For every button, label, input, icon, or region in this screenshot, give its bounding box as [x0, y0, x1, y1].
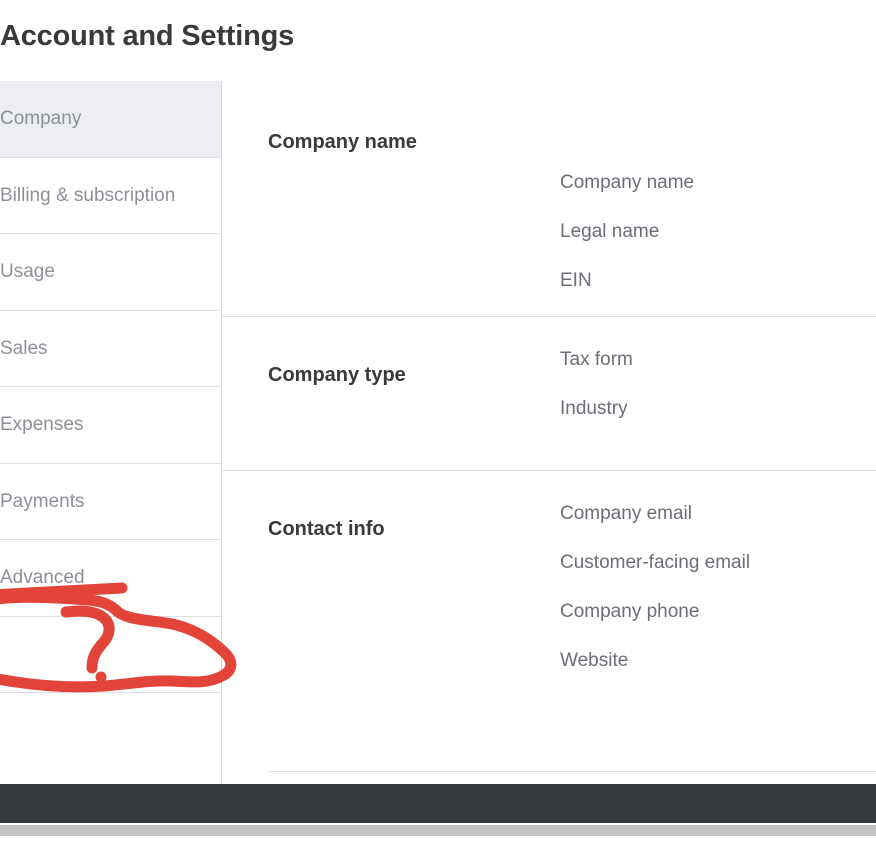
- sidebar-item-expenses[interactable]: Expenses: [0, 387, 221, 464]
- sidebar-item-blank: [0, 617, 221, 694]
- page-title: Account and Settings: [0, 20, 294, 53]
- sidebar-item-label: Sales: [0, 339, 48, 358]
- section-title: Contact info: [268, 519, 560, 539]
- sidebar-item-company[interactable]: Company: [0, 81, 221, 158]
- bottom-gray-bar: [0, 825, 876, 836]
- settings-sidebar: Company Billing & subscription Usage Sal…: [0, 81, 222, 784]
- field-row-website[interactable]: Website: [560, 651, 876, 670]
- field-row-tax-form[interactable]: Tax form: [560, 350, 876, 369]
- section-company-type: Company type Tax form Industry: [222, 316, 876, 470]
- section-title: Company type: [268, 365, 560, 385]
- section-contact-info: Contact info Company email Customer-faci…: [222, 470, 876, 722]
- sidebar-item-usage[interactable]: Usage: [0, 234, 221, 311]
- settings-content: Company name Company name Legal name EIN…: [222, 81, 876, 784]
- field-list: Tax form Industry: [560, 350, 876, 418]
- field-row-company-email[interactable]: Company email: [560, 504, 876, 523]
- field-row-ein[interactable]: EIN: [560, 271, 876, 290]
- field-row-customer-facing-email[interactable]: Customer-facing email: [560, 553, 876, 572]
- sidebar-item-advanced[interactable]: Advanced: [0, 540, 221, 617]
- field-list: Company name Legal name EIN: [560, 131, 876, 290]
- sidebar-item-payments[interactable]: Payments: [0, 464, 221, 541]
- field-row-company-phone[interactable]: Company phone: [560, 602, 876, 621]
- field-row-industry[interactable]: Industry: [560, 399, 876, 418]
- sidebar-item-billing-subscription[interactable]: Billing & subscription: [0, 158, 221, 235]
- sidebar-item-label: Expenses: [0, 415, 83, 434]
- field-row-company-name[interactable]: Company name: [560, 173, 876, 192]
- field-list: Company email Customer-facing email Comp…: [560, 504, 876, 670]
- sidebar-item-label: Payments: [0, 492, 84, 511]
- content-bottom-divider: [268, 771, 876, 772]
- sidebar-item-label: Usage: [0, 262, 55, 281]
- sidebar-item-label: Billing & subscription: [0, 186, 175, 205]
- settings-body: Company Billing & subscription Usage Sal…: [0, 81, 876, 784]
- sidebar-item-label: Company: [0, 109, 81, 128]
- section-company-name: Company name Company name Legal name EIN: [222, 81, 876, 316]
- bottom-dark-bar: [0, 784, 876, 823]
- section-title: Company name: [268, 132, 560, 152]
- sidebar-item-sales[interactable]: Sales: [0, 311, 221, 388]
- field-row-legal-name[interactable]: Legal name: [560, 222, 876, 241]
- sidebar-item-label: Advanced: [0, 568, 85, 587]
